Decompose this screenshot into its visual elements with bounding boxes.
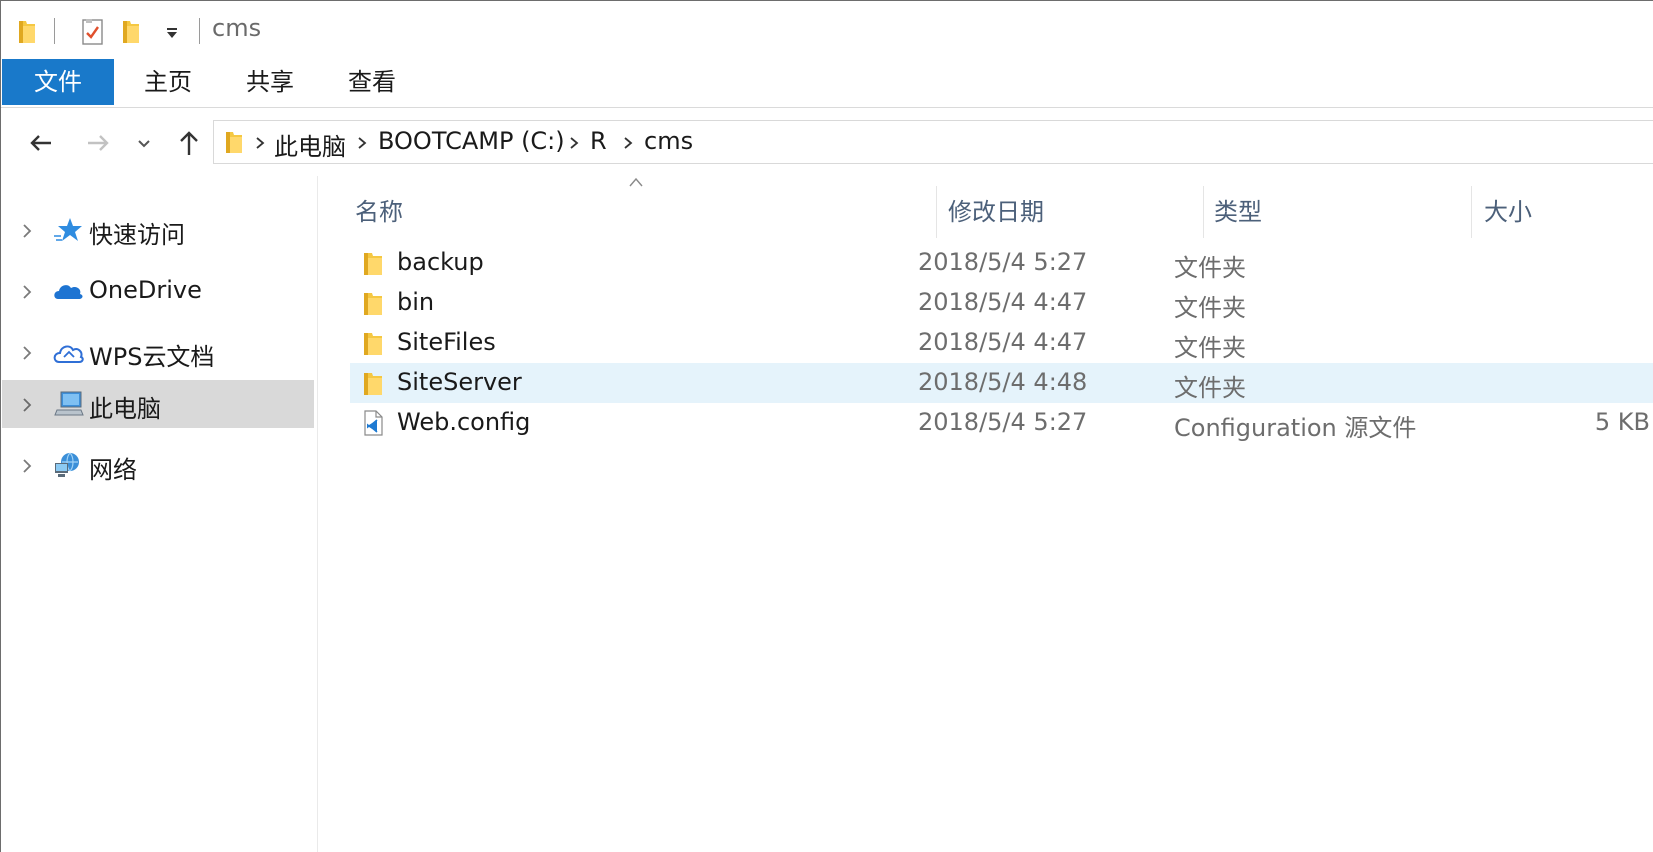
navigation-row: 此电脑 BOOTCAMP (C:) R cms xyxy=(1,108,1653,176)
tab-view[interactable]: 查看 xyxy=(326,59,418,105)
file-type: 文件夹 xyxy=(1174,334,1246,362)
breadcrumb-chevron-icon[interactable] xyxy=(568,136,580,150)
computer-icon xyxy=(54,391,84,416)
file-name: SiteServer xyxy=(397,368,522,396)
sidebar-item-this-pc[interactable]: 此电脑 xyxy=(2,380,314,428)
file-type: Configuration 源文件 xyxy=(1174,414,1417,442)
file-type: 文件夹 xyxy=(1174,374,1246,402)
navigation-pane: 快速访问 OneDrive WPS云文档 此电脑 网络 xyxy=(1,176,318,852)
sidebar-item-label: 网络 xyxy=(89,456,137,484)
title-bar: cms xyxy=(1,1,1653,59)
file-name: Web.config xyxy=(397,408,531,436)
file-explorer-window: cms 文件 主页 共享 查看 此电脑 BOOTCAMP (C:) R cms … xyxy=(0,0,1653,852)
back-arrow-icon[interactable] xyxy=(26,128,56,158)
recent-locations-chevron-icon[interactable] xyxy=(133,128,155,158)
file-name: SiteFiles xyxy=(397,328,496,356)
breadcrumb-cms[interactable]: cms xyxy=(644,127,693,155)
breadcrumb-this-pc[interactable]: 此电脑 xyxy=(274,127,346,162)
file-row-sitefiles[interactable]: SiteFiles 2018/5/4 4:47 文件夹 xyxy=(350,323,1653,363)
file-date-modified: 2018/5/4 5:27 xyxy=(918,408,1088,436)
folder-icon xyxy=(364,333,382,355)
folder-icon xyxy=(226,132,242,153)
column-divider[interactable] xyxy=(1203,186,1204,238)
window-title: cms xyxy=(212,14,262,42)
properties-icon[interactable] xyxy=(81,18,105,46)
sidebar-item-quick-access[interactable]: 快速访问 xyxy=(2,206,314,254)
toolbar-separator xyxy=(54,18,55,44)
expand-chevron-icon[interactable] xyxy=(22,397,32,413)
file-size: 5 KB xyxy=(1594,408,1650,436)
file-type: 文件夹 xyxy=(1174,294,1246,322)
folder-icon xyxy=(364,373,382,395)
sort-ascending-icon xyxy=(629,177,643,187)
file-row-siteserver[interactable]: SiteServer 2018/5/4 4:48 文件夹 xyxy=(350,363,1653,403)
star-icon xyxy=(54,218,82,241)
sidebar-item-label: WPS云文档 xyxy=(89,343,215,371)
file-list: 名称 修改日期 类型 大小 backup 2018/5/4 5:27 文件夹 b… xyxy=(318,176,1653,852)
toolbar-separator xyxy=(199,18,200,44)
sidebar-item-label: 此电脑 xyxy=(89,395,161,423)
expand-chevron-icon[interactable] xyxy=(22,345,32,361)
new-folder-icon[interactable] xyxy=(121,17,141,45)
breadcrumb-chevron-icon[interactable] xyxy=(622,136,634,150)
file-date-modified: 2018/5/4 5:27 xyxy=(918,248,1088,276)
file-date-modified: 2018/5/4 4:47 xyxy=(918,288,1088,316)
expand-chevron-icon[interactable] xyxy=(22,223,32,239)
folder-icon xyxy=(364,293,382,315)
column-header-size[interactable]: 大小 xyxy=(1484,186,1532,238)
up-arrow-icon[interactable] xyxy=(174,128,204,158)
sidebar-item-network[interactable]: 网络 xyxy=(2,441,314,489)
network-icon xyxy=(55,452,79,477)
tab-file[interactable]: 文件 xyxy=(2,59,114,105)
tab-share[interactable]: 共享 xyxy=(224,59,316,105)
file-row-backup[interactable]: backup 2018/5/4 5:27 文件夹 xyxy=(350,243,1653,283)
address-bar[interactable]: 此电脑 BOOTCAMP (C:) R cms xyxy=(213,120,1653,164)
sidebar-item-label: 快速访问 xyxy=(89,221,185,249)
column-divider[interactable] xyxy=(936,186,937,238)
sidebar-item-label: OneDrive xyxy=(89,276,202,304)
expand-chevron-icon[interactable] xyxy=(22,284,32,300)
ribbon-tabs: 文件 主页 共享 查看 xyxy=(1,59,1653,108)
sidebar-item-wps-cloud[interactable]: WPS云文档 xyxy=(2,328,314,376)
breadcrumb-drive[interactable]: BOOTCAMP (C:) xyxy=(378,127,565,155)
file-type: 文件夹 xyxy=(1174,254,1246,282)
column-header-name[interactable]: 名称 xyxy=(355,186,403,238)
forward-arrow-icon[interactable] xyxy=(83,128,113,158)
cloud-icon xyxy=(54,285,83,299)
column-header-type[interactable]: 类型 xyxy=(1214,186,1262,238)
breadcrumb-r[interactable]: R xyxy=(590,127,607,155)
file-name: bin xyxy=(397,288,435,316)
folder-icon xyxy=(19,21,35,43)
wps-cloud-icon xyxy=(53,345,84,363)
file-row-web-config[interactable]: Web.config 2018/5/4 5:27 Configuration 源… xyxy=(350,403,1653,443)
folder-icon xyxy=(364,253,382,275)
vscode-file-icon xyxy=(364,410,383,436)
breadcrumb-chevron-icon[interactable] xyxy=(356,136,368,150)
breadcrumb-chevron-icon[interactable] xyxy=(254,136,266,150)
file-date-modified: 2018/5/4 4:48 xyxy=(918,368,1088,396)
expand-chevron-icon[interactable] xyxy=(22,458,32,474)
file-row-bin[interactable]: bin 2018/5/4 4:47 文件夹 xyxy=(350,283,1653,323)
column-divider[interactable] xyxy=(1471,186,1472,238)
sidebar-item-onedrive[interactable]: OneDrive xyxy=(2,267,314,315)
customize-toolbar-dropdown-icon[interactable] xyxy=(165,27,179,39)
file-date-modified: 2018/5/4 4:47 xyxy=(918,328,1088,356)
file-name: backup xyxy=(397,248,484,276)
tab-home[interactable]: 主页 xyxy=(122,59,214,105)
column-header-date-modified[interactable]: 修改日期 xyxy=(948,186,1044,238)
